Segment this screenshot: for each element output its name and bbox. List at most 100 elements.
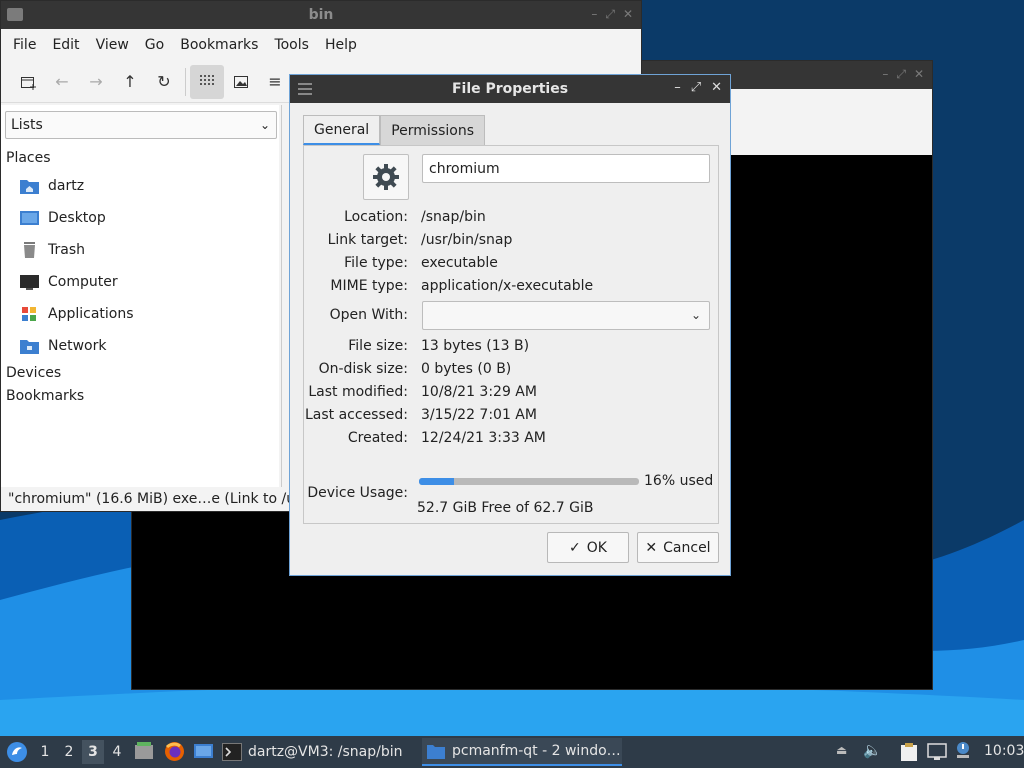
- mime-type-value: application/x-executable: [421, 278, 594, 294]
- terminal-task-button[interactable]: dartz@VM3: /snap/bin: [222, 738, 412, 766]
- clock[interactable]: 10:03: [984, 743, 1024, 759]
- terminal-icon: [222, 743, 242, 761]
- last-accessed-row: Last accessed: 3/15/22 7:01 AM: [304, 407, 720, 427]
- eject-icon[interactable]: ⏏: [836, 743, 847, 757]
- workspace-1[interactable]: 1: [34, 740, 56, 764]
- trash-icon: [24, 242, 35, 258]
- file-size-row: File size: 13 bytes (13 B): [304, 338, 720, 358]
- ok-label: OK: [586, 539, 607, 556]
- mime-type-label: MIME type:: [330, 278, 408, 294]
- window-title: bin: [308, 7, 334, 23]
- device-usage-fill: [419, 478, 455, 485]
- sidebar-item-computer[interactable]: Computer: [19, 268, 118, 296]
- sidebar-item-label: Trash: [48, 242, 85, 258]
- menu-view[interactable]: View: [88, 37, 137, 53]
- reload-icon[interactable]: ↻: [147, 65, 181, 99]
- network-folder-icon: [20, 340, 39, 354]
- location-label: Location:: [344, 209, 408, 225]
- workspace-2[interactable]: 2: [58, 740, 80, 764]
- places-header: Places: [6, 150, 51, 166]
- file-manager-task-label: pcmanfm-qt - 2 windo…: [452, 743, 621, 759]
- workspace-4[interactable]: 4: [106, 740, 128, 764]
- ok-button[interactable]: ✓ OK: [547, 532, 629, 563]
- file-name-input[interactable]: [422, 154, 710, 183]
- last-accessed-label: Last accessed:: [304, 407, 408, 423]
- on-disk-size-label: On-disk size:: [318, 361, 408, 377]
- devices-header[interactable]: Devices: [6, 365, 61, 381]
- up-icon[interactable]: ↑: [113, 65, 147, 99]
- maximize-icon[interactable]: ⤢: [691, 80, 701, 95]
- dialog-title: File Properties: [451, 81, 569, 97]
- file-manager-task-button[interactable]: pcmanfm-qt - 2 windo…: [422, 738, 622, 766]
- desktop-icon: [20, 211, 39, 225]
- thumbnail-view-icon[interactable]: [224, 65, 258, 99]
- clipboard-icon[interactable]: [900, 742, 918, 762]
- file-properties-dialog: File Properties – ⤢ ✕ General Permission…: [289, 74, 731, 576]
- minimize-icon[interactable]: –: [674, 80, 681, 95]
- file-type-value: executable: [421, 255, 498, 271]
- last-accessed-value: 3/15/22 7:01 AM: [421, 407, 537, 423]
- folder-icon: [427, 744, 445, 759]
- bookmarks-header[interactable]: Bookmarks: [6, 388, 84, 404]
- menu-edit[interactable]: Edit: [44, 37, 87, 53]
- tab-general[interactable]: General: [303, 115, 381, 145]
- sidebar-mode-select[interactable]: Lists ⌄: [5, 111, 277, 139]
- sidebar-item-label: Computer: [48, 274, 118, 290]
- network-icon[interactable]: [927, 743, 947, 761]
- maximize-icon[interactable]: ⤢: [896, 67, 906, 82]
- sidebar-item-trash[interactable]: Trash: [19, 236, 85, 264]
- new-tab-icon[interactable]: [11, 65, 45, 99]
- menu-file[interactable]: File: [5, 37, 44, 53]
- change-icon-button[interactable]: [363, 154, 409, 200]
- open-with-select[interactable]: ⌄: [422, 301, 710, 330]
- sidebar-item-label: Desktop: [48, 210, 106, 226]
- sidebar-item-applications[interactable]: Applications: [19, 300, 134, 328]
- dialog-titlebar[interactable]: File Properties – ⤢ ✕: [290, 75, 730, 103]
- minimize-icon[interactable]: –: [591, 7, 597, 22]
- file-size-label: File size:: [348, 338, 408, 354]
- sidebar-item-network[interactable]: Network: [19, 332, 106, 360]
- menu-bookmarks[interactable]: Bookmarks: [172, 37, 266, 53]
- sidebar-item-desktop[interactable]: Desktop: [19, 204, 106, 232]
- file-manager-titlebar[interactable]: bin – ⤢ ✕: [1, 1, 641, 29]
- maximize-icon[interactable]: ⤢: [605, 7, 615, 22]
- taskbar: 1 2 3 4 dartz@VM3: /snap/bin pcmanfm-qt …: [0, 736, 1024, 768]
- desktop-launcher-icon[interactable]: [193, 742, 214, 761]
- location-row: Location: /snap/bin: [304, 209, 720, 229]
- start-menu-icon[interactable]: [6, 741, 28, 763]
- update-notifier-icon[interactable]: [954, 741, 972, 761]
- link-target-label: Link target:: [327, 232, 408, 248]
- sidebar-item-label: dartz: [48, 178, 85, 194]
- workspace-3[interactable]: 3: [82, 740, 104, 764]
- on-disk-size-row: On-disk size: 0 bytes (0 B): [304, 361, 720, 381]
- forward-icon[interactable]: →: [79, 65, 113, 99]
- menu-tools[interactable]: Tools: [266, 37, 317, 53]
- menu-help[interactable]: Help: [317, 37, 365, 53]
- list-view-icon[interactable]: ≡: [258, 65, 292, 99]
- icon-view-icon[interactable]: [190, 64, 224, 99]
- close-icon[interactable]: ✕: [914, 67, 924, 82]
- last-modified-value: 10/8/21 3:29 AM: [421, 384, 537, 400]
- general-panel: Location: /snap/bin Link target: /usr/bi…: [303, 145, 719, 524]
- close-icon[interactable]: ✕: [623, 7, 633, 22]
- link-target-value: /usr/bin/snap: [421, 232, 513, 248]
- minimize-icon[interactable]: –: [882, 67, 888, 82]
- sidebar-item-label: Applications: [48, 306, 134, 322]
- tab-permissions[interactable]: Permissions: [380, 115, 485, 145]
- on-disk-size-value: 0 bytes (0 B): [421, 361, 512, 377]
- back-icon[interactable]: ←: [45, 65, 79, 99]
- sidebar: Lists ⌄ Places dartz Desktop Trash Compu…: [1, 105, 279, 487]
- file-manager-launcher-icon[interactable]: [134, 741, 154, 761]
- file-type-label: File type:: [344, 255, 408, 271]
- sidebar-mode-value: Lists: [11, 117, 43, 133]
- close-icon[interactable]: ✕: [711, 80, 722, 95]
- sidebar-item-dartz[interactable]: dartz: [19, 172, 84, 200]
- firefox-icon[interactable]: [164, 741, 185, 762]
- sidebar-item-label: Network: [48, 338, 107, 354]
- volume-icon[interactable]: 🔈: [863, 741, 882, 759]
- menu-go[interactable]: Go: [137, 37, 172, 53]
- cancel-button[interactable]: ✕ Cancel: [637, 532, 719, 563]
- gear-icon: [373, 164, 399, 190]
- created-value: 12/24/21 3:33 AM: [421, 430, 546, 446]
- last-modified-label: Last modified:: [308, 384, 408, 400]
